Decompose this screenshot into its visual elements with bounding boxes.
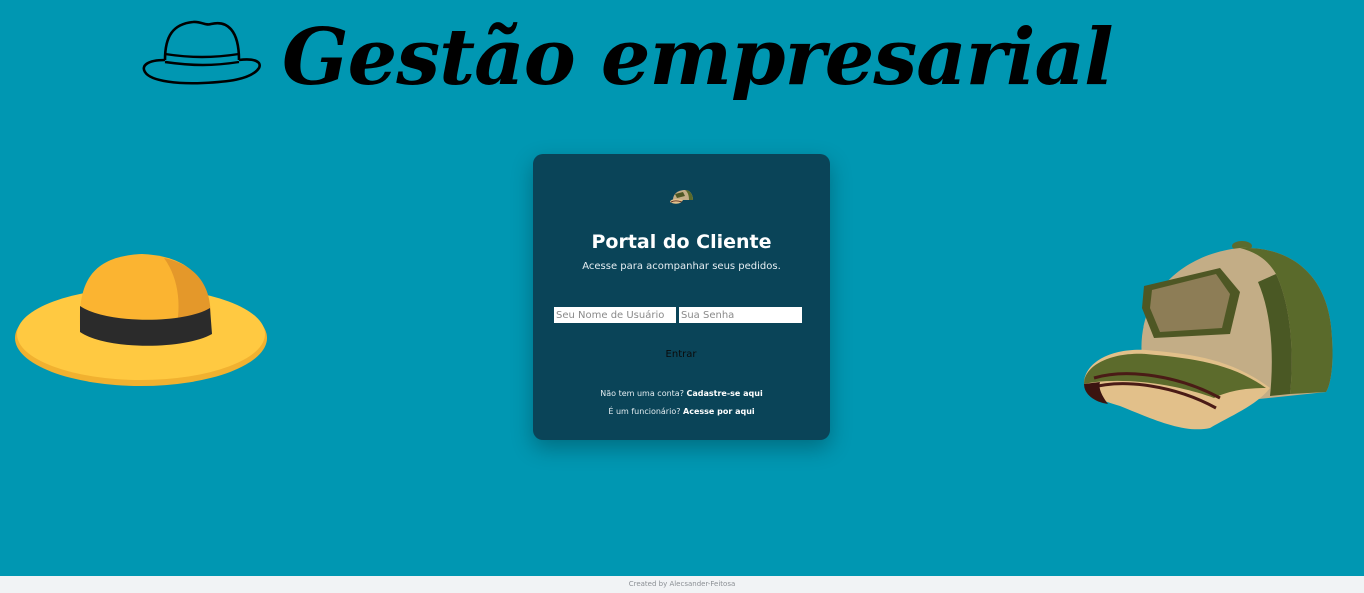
signup-prompt: Não tem uma conta? [600, 389, 684, 398]
green-baseball-cap-icon [1084, 241, 1333, 430]
page-footer: Created by Alecsander-Feitosa [0, 576, 1364, 593]
signup-link[interactable]: Cadastre-se aqui [687, 389, 763, 398]
employee-login-link[interactable]: Acesse por aqui [683, 407, 755, 416]
login-card: Portal do Cliente Acesse para acompanhar… [533, 154, 830, 440]
login-subtitle: Acesse para acompanhar seus pedidos. [582, 261, 781, 272]
employee-prompt: É um funcionário? [608, 407, 681, 416]
login-button[interactable]: Entrar [651, 348, 711, 362]
username-input[interactable] [554, 307, 676, 323]
yellow-sun-hat-icon [15, 254, 267, 386]
fedora-hat-icon [142, 20, 261, 85]
footer-credit: Created by Alecsander-Feitosa [628, 580, 736, 588]
signup-line: Não tem uma conta? Cadastre-se aqui [533, 388, 830, 400]
page-title: Gestão empresarial [282, 12, 1114, 103]
password-input[interactable] [679, 307, 802, 323]
login-title: Portal do Cliente [591, 231, 772, 253]
employee-line: É um funcionário? Acesse por aqui [533, 406, 830, 418]
cap-logo-icon [670, 190, 693, 204]
page-header: Gestão empresarial [0, 0, 1364, 115]
